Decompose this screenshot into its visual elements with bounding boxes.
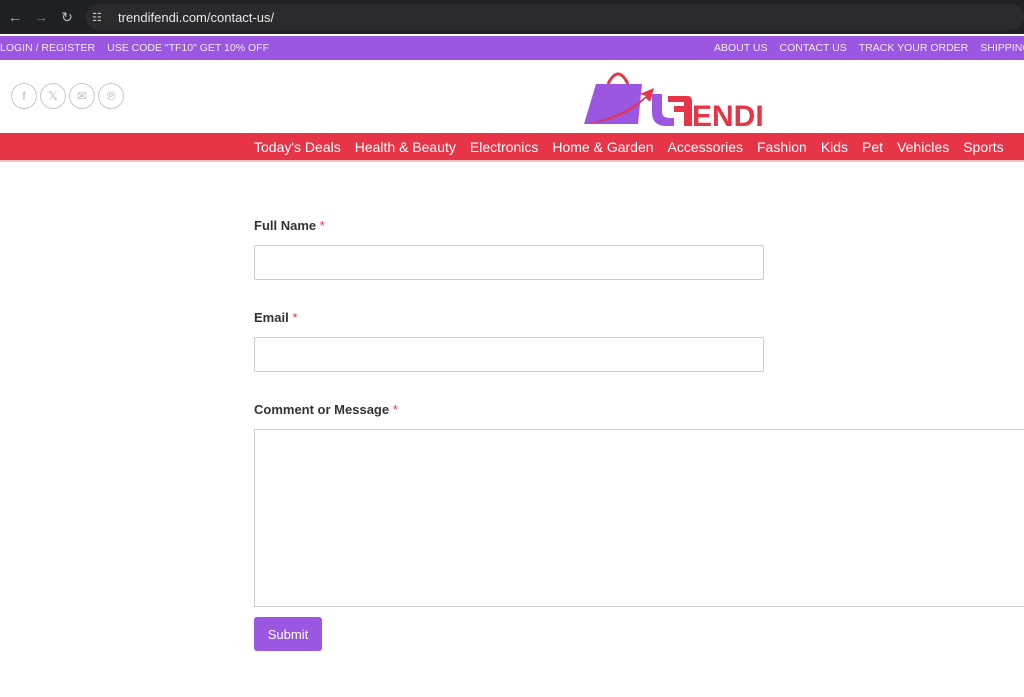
login-register-link[interactable]: LOGIN / REGISTER xyxy=(0,42,95,54)
contact-us-link[interactable]: CONTACT US xyxy=(779,42,846,54)
nav-health-beauty[interactable]: Health & Beauty xyxy=(355,139,456,155)
nav-vehicles[interactable]: Vehicles xyxy=(897,139,949,155)
nav-home-garden[interactable]: Home & Garden xyxy=(552,139,653,155)
nav-electronics[interactable]: Electronics xyxy=(470,139,538,155)
nav-pet[interactable]: Pet xyxy=(862,139,883,155)
back-icon[interactable]: ← xyxy=(4,9,26,25)
svg-text:ENDI: ENDI xyxy=(692,100,764,128)
email-icon[interactable]: ✉ xyxy=(69,83,95,109)
top-bar: LOGIN / REGISTER USE CODE "TF10" GET 10%… xyxy=(0,36,1024,60)
email-input[interactable] xyxy=(254,337,764,372)
nav-todays-deals[interactable]: Today's Deals xyxy=(254,139,341,155)
main-nav: Today's Deals Health & Beauty Electronic… xyxy=(0,133,1024,162)
submit-button[interactable]: Submit xyxy=(254,617,322,651)
reload-icon[interactable]: ↻ xyxy=(56,9,78,26)
pinterest-icon[interactable]: ℗ xyxy=(98,83,124,109)
nav-sports[interactable]: Sports xyxy=(963,139,1003,155)
browser-toolbar: ← → ↻ ☷ trendifendi.com/contact-us/ xyxy=(0,0,1024,34)
full-name-label: Full Name * xyxy=(254,218,325,233)
header: f 𝕏 ✉ ℗ ENDI xyxy=(0,60,1024,133)
url-text: trendifendi.com/contact-us/ xyxy=(118,9,275,25)
message-textarea[interactable] xyxy=(254,429,1024,607)
nav-fashion[interactable]: Fashion xyxy=(757,139,807,155)
forward-icon[interactable]: → xyxy=(30,9,52,25)
email-label: Email * xyxy=(254,310,298,325)
site-settings-icon[interactable]: ☷ xyxy=(92,11,110,24)
logo[interactable]: ENDI xyxy=(584,66,776,128)
nav-accessories[interactable]: Accessories xyxy=(668,139,743,155)
nav-kids[interactable]: Kids xyxy=(821,139,848,155)
contact-form: Full Name * Email * Comment or Message * xyxy=(254,218,1024,612)
about-us-link[interactable]: ABOUT US xyxy=(714,42,767,54)
facebook-icon[interactable]: f xyxy=(11,83,37,109)
promo-text: USE CODE "TF10" GET 10% OFF xyxy=(107,42,269,54)
address-bar[interactable]: ☷ trendifendi.com/contact-us/ xyxy=(86,4,1024,30)
track-order-link[interactable]: TRACK YOUR ORDER xyxy=(859,42,969,54)
x-icon[interactable]: 𝕏 xyxy=(40,83,66,109)
shipping-link[interactable]: SHIPPING I xyxy=(980,42,1024,54)
message-label: Comment or Message * xyxy=(254,402,398,417)
full-name-input[interactable] xyxy=(254,245,764,280)
